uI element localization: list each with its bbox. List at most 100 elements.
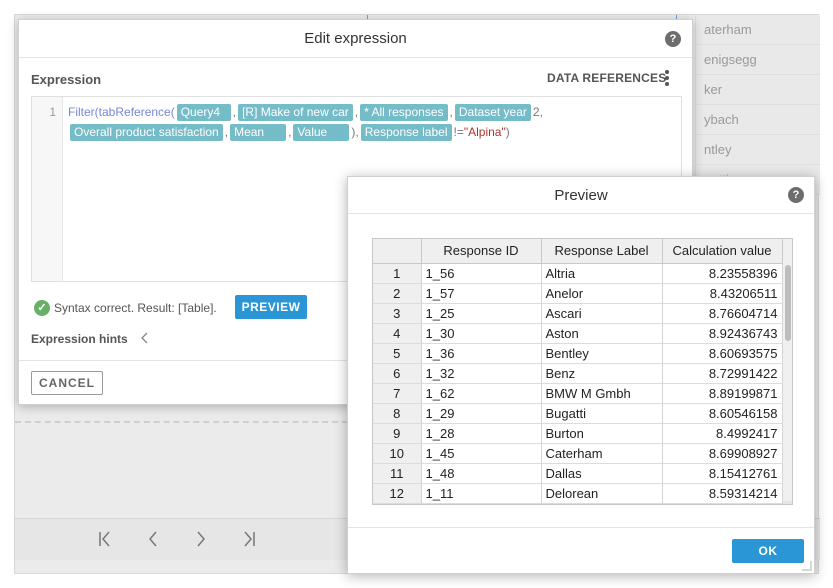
calculation-value-cell: 8.69908927 [662, 443, 783, 464]
dialog-title: Edit expression [19, 20, 692, 58]
row-number-cell: 11 [373, 463, 422, 484]
scrollbar-thumb[interactable] [785, 265, 791, 341]
response-label-cell: Anelor [541, 283, 663, 304]
screen: aterham enigsegg ker ybach ntley gatti E… [0, 0, 833, 588]
comma: , [449, 105, 453, 119]
reference-token[interactable]: * All responses [360, 104, 448, 121]
string-literal: "Alpina" [463, 125, 506, 139]
chevron-right-icon[interactable] [189, 529, 213, 551]
column-header[interactable]: Response Label [541, 239, 663, 264]
calculation-value-cell: 8.59314214 [662, 483, 783, 504]
calculation-value-cell: 8.15412761 [662, 463, 783, 484]
line-gutter: 1 [32, 97, 63, 281]
response-id-cell: 1_32 [421, 363, 542, 384]
check-circle-icon: ✓ [34, 300, 50, 316]
background-list-item: ybach [695, 105, 820, 135]
not-equal-operator: != [453, 125, 464, 139]
row-number-cell: 6 [373, 363, 422, 384]
first-page-icon[interactable] [93, 529, 117, 551]
preview-table: Response ID Response Label Calculation v… [373, 239, 783, 504]
help-icon[interactable]: ? [665, 31, 681, 47]
table-row[interactable]: 2 1_57 Anelor 8.43206511 [373, 283, 783, 304]
dialog-title: Preview [348, 177, 814, 214]
last-page-icon[interactable] [237, 529, 261, 551]
response-label-cell: Bugatti [541, 403, 663, 424]
row-number-cell: 7 [373, 383, 422, 404]
ok-button[interactable]: OK [732, 539, 804, 563]
table-row[interactable]: 10 1_45 Caterham 8.69908927 [373, 443, 783, 464]
row-number-header [373, 239, 422, 264]
table-row[interactable]: 8 1_29 Bugatti 8.60546158 [373, 403, 783, 424]
background-list: aterham enigsegg ker ybach ntley gatti [695, 15, 820, 195]
reference-token[interactable]: Mean [230, 124, 287, 141]
table-row[interactable]: 9 1_28 Burton 8.4992417 [373, 423, 783, 444]
calculation-value-cell: 8.23558396 [662, 263, 783, 284]
table-row[interactable]: 1 1_56 Altria 8.23558396 [373, 263, 783, 284]
background-list-item: aterham [695, 15, 820, 45]
cancel-button[interactable]: CANCEL [31, 371, 103, 395]
reference-token[interactable]: Value [293, 124, 350, 141]
response-label-cell: Altria [541, 263, 663, 284]
table-row[interactable]: 6 1_32 Benz 8.72991422 [373, 363, 783, 384]
background-divider [15, 421, 348, 423]
response-label-cell: Aston [541, 323, 663, 344]
table-row[interactable]: 7 1_62 BMW M Gmbh 8.89199871 [373, 383, 783, 404]
table-row[interactable]: 11 1_48 Dallas 8.15412761 [373, 463, 783, 484]
table-row[interactable]: 3 1_25 Ascari 8.76604714 [373, 303, 783, 324]
table-row[interactable]: 4 1_30 Aston 8.92436743 [373, 323, 783, 344]
calculation-value-cell: 8.76604714 [662, 303, 783, 324]
row-number-cell: 2 [373, 283, 422, 304]
table-body: 1 1_56 Altria 8.23558396 2 1_57 Anelor 8.432065… [373, 263, 783, 504]
background-list-item: ker [695, 75, 820, 105]
response-id-cell: 1_30 [421, 323, 542, 344]
preview-button[interactable]: PREVIEW [235, 295, 307, 319]
syntax-status-text: Syntax correct. Result: [Table]. [54, 301, 217, 315]
row-number-cell: 4 [373, 323, 422, 344]
row-number-cell: 10 [373, 443, 422, 464]
response-label-cell: BMW M Gmbh [541, 383, 663, 404]
calculation-value-cell: 8.60546158 [662, 403, 783, 424]
table-row[interactable]: 5 1_36 Bentley 8.60693575 [373, 343, 783, 364]
help-icon[interactable]: ? [788, 187, 804, 203]
literal-two: 2, [532, 105, 543, 119]
comma: , [224, 125, 229, 139]
response-label-cell: Ascari [541, 303, 663, 324]
calculation-value-cell: 8.60693575 [662, 343, 783, 364]
chevron-left-icon[interactable] [139, 330, 149, 349]
response-id-cell: 1_48 [421, 463, 542, 484]
expression-code[interactable]: Filter(tabReference(Query4, [R] Make of n… [68, 102, 668, 142]
row-number-cell: 12 [373, 483, 422, 504]
response-id-cell: 1_57 [421, 283, 542, 304]
expression-hints-label[interactable]: Expression hints [31, 332, 128, 346]
calculation-value-cell: 8.92436743 [662, 323, 783, 344]
reference-token[interactable]: [R] Make of new car [238, 104, 353, 121]
reference-token[interactable]: Dataset year [454, 104, 531, 121]
reference-token[interactable]: Query4 [176, 104, 231, 121]
table-header-row: Response ID Response Label Calculation v… [373, 239, 783, 264]
reference-token[interactable]: Overall product satisfaction [70, 124, 223, 141]
column-header[interactable]: Response ID [421, 239, 542, 264]
table-row[interactable]: 12 1_11 Delorean 8.59314214 [373, 483, 783, 504]
response-id-cell: 1_62 [421, 383, 542, 404]
vertical-scrollbar[interactable] [783, 239, 792, 501]
data-references-button[interactable]: DATA REFERENCES [547, 71, 666, 85]
preview-table-container[interactable]: Response ID Response Label Calculation v… [372, 238, 793, 505]
response-id-cell: 1_25 [421, 303, 542, 324]
syntax-status: ✓ Syntax correct. Result: [Table]. [34, 300, 217, 316]
response-label-cell: Delorean [541, 483, 663, 504]
function-filter: Filter( [68, 105, 99, 119]
reference-token[interactable]: Response label [360, 124, 452, 141]
close-paren: ) [505, 125, 510, 139]
response-id-cell: 1_29 [421, 403, 542, 424]
background-list-item: ntley [695, 135, 820, 165]
close-paren: ), [351, 125, 359, 139]
column-header[interactable]: Calculation value [662, 239, 783, 264]
calculation-value-cell: 8.89199871 [662, 383, 783, 404]
more-options-icon[interactable] [665, 69, 671, 87]
chevron-left-icon[interactable] [141, 529, 165, 551]
response-id-cell: 1_45 [421, 443, 542, 464]
footer-divider [348, 527, 814, 528]
calculation-value-cell: 8.72991422 [662, 363, 783, 384]
response-label-cell: Burton [541, 423, 663, 444]
resize-grip-icon[interactable] [802, 561, 812, 571]
